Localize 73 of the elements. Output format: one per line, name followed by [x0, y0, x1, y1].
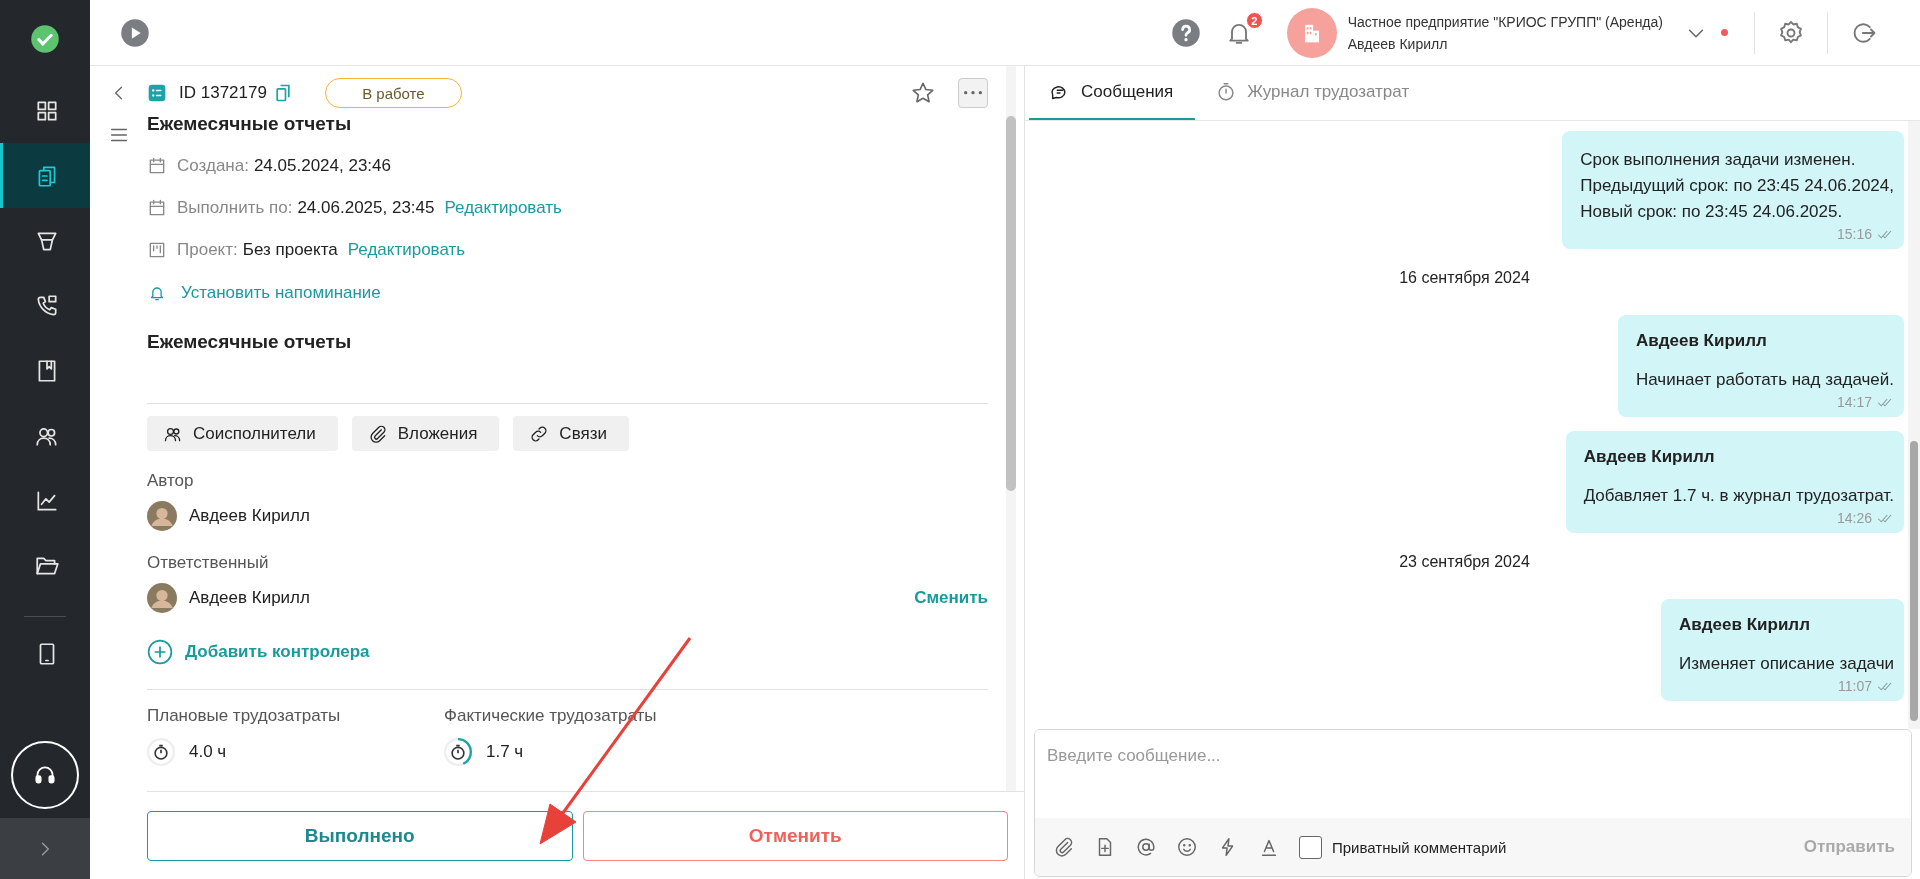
field-label: Автор	[147, 471, 195, 491]
timer-icon	[444, 738, 472, 766]
field-label: Проект:	[177, 240, 238, 260]
private-comment-checkbox[interactable]	[1299, 835, 1322, 859]
chat-tab[interactable]: Журнал трудозатрат	[1195, 66, 1430, 120]
user-name: Авдеев Кирилл	[1347, 35, 1449, 52]
field-label: Ответственный	[147, 553, 270, 573]
set-reminder-link[interactable]: Установить напоминание	[147, 271, 988, 315]
at-sign-icon	[1135, 836, 1157, 858]
play-button[interactable]	[120, 17, 150, 48]
scrollbar[interactable]	[1006, 66, 1016, 791]
support-button[interactable]	[11, 741, 79, 809]
paperclip-icon	[1053, 836, 1075, 858]
message-author: Авдеев Кирилл	[1583, 447, 1716, 467]
tab-button[interactable]: Соисполнители	[147, 416, 338, 451]
date-separator: 16 сентября 2024	[1399, 269, 1530, 287]
tab-button[interactable]: Связи	[513, 416, 629, 451]
composer-tool-button[interactable]	[1176, 836, 1198, 858]
chat-tab[interactable]: Сообщения	[1029, 66, 1196, 120]
effort-value: 1.7 ч	[486, 742, 524, 762]
message-time: 14:17	[1836, 394, 1872, 410]
message-author: Авдеев Кирилл	[1679, 615, 1811, 635]
notification-count-badge: 2	[1245, 11, 1263, 29]
composer-tool-button[interactable]	[1135, 836, 1157, 858]
message-time: 14:26	[1836, 510, 1872, 526]
cancel-button[interactable]: Отменить	[582, 810, 1008, 861]
help-button[interactable]	[1170, 17, 1201, 48]
message-text: Срок выполнения задачи изменен. Предыдущий срок: по 23:45 24.06.2024, Новый срок: по 23:45 24.06.2025.	[1580, 149, 1894, 223]
user-avatar-icon	[147, 583, 177, 613]
board-icon	[147, 240, 167, 260]
message-text: Добавляет 1.7 ч. в журнал трудозатрат.	[1583, 485, 1894, 507]
scrollbar[interactable]	[1908, 121, 1920, 729]
date-separator: 23 сентября 2024	[1399, 553, 1530, 571]
check-logo-icon[interactable]	[30, 24, 60, 54]
task-title: Ежемесячные отчеты	[147, 113, 353, 135]
sidebar-item[interactable]	[0, 143, 90, 208]
task-list-icon	[147, 83, 167, 103]
company-name: Частное предприятие "КРИОС ГРУПП" (Аренда)	[1347, 13, 1663, 30]
composer-tool-button[interactable]	[1053, 836, 1075, 858]
calendar-icon	[147, 156, 167, 176]
message-time: 11:07	[1838, 678, 1872, 694]
person-name: Авдеев Кирилл	[189, 506, 310, 526]
edit-link[interactable]: Редактировать	[347, 240, 466, 260]
change-link[interactable]: Сменить	[914, 588, 988, 608]
user-avatar-icon	[147, 501, 177, 531]
smiley-icon	[1176, 836, 1198, 858]
status-dot	[1721, 29, 1728, 36]
task-description: Ежемесячные отчеты	[147, 331, 353, 354]
more-options-button[interactable]	[958, 78, 988, 108]
checkbox-label: Приватный комментарий	[1332, 838, 1507, 856]
ellipsis-icon	[964, 91, 982, 95]
message-time: 15:16	[1836, 226, 1872, 242]
field-label: Плановые трудозатраты	[147, 706, 342, 726]
task-id: ID 1372179	[179, 83, 267, 103]
plus-circle-icon	[147, 639, 173, 665]
effort-value: 4.0 ч	[189, 742, 227, 762]
person-name: Авдеев Кирилл	[189, 588, 310, 608]
play-icon	[120, 17, 150, 48]
field-value: 24.05.2024, 23:46	[253, 156, 391, 176]
message-text: Начинает работать над задачей.	[1636, 369, 1894, 391]
done-button[interactable]: Выполнено	[147, 810, 573, 861]
add-controller-link[interactable]: Добавить контролера	[147, 623, 988, 681]
message-text: Изменяет описание задачи	[1679, 653, 1894, 675]
message-author: Авдеев Кирилл	[1636, 331, 1768, 351]
field-value: Без проекта	[242, 240, 338, 260]
edit-link[interactable]: Редактировать	[444, 198, 562, 218]
tab-button[interactable]: Вложения	[351, 416, 500, 451]
field-label: Выполнить по:	[177, 198, 293, 218]
timer-icon	[147, 738, 175, 766]
calendar-icon	[147, 198, 167, 218]
field-value: 24.06.2025, 23:45	[297, 198, 435, 218]
field-label: Создана:	[177, 156, 249, 176]
question-mark-icon	[1170, 17, 1201, 48]
